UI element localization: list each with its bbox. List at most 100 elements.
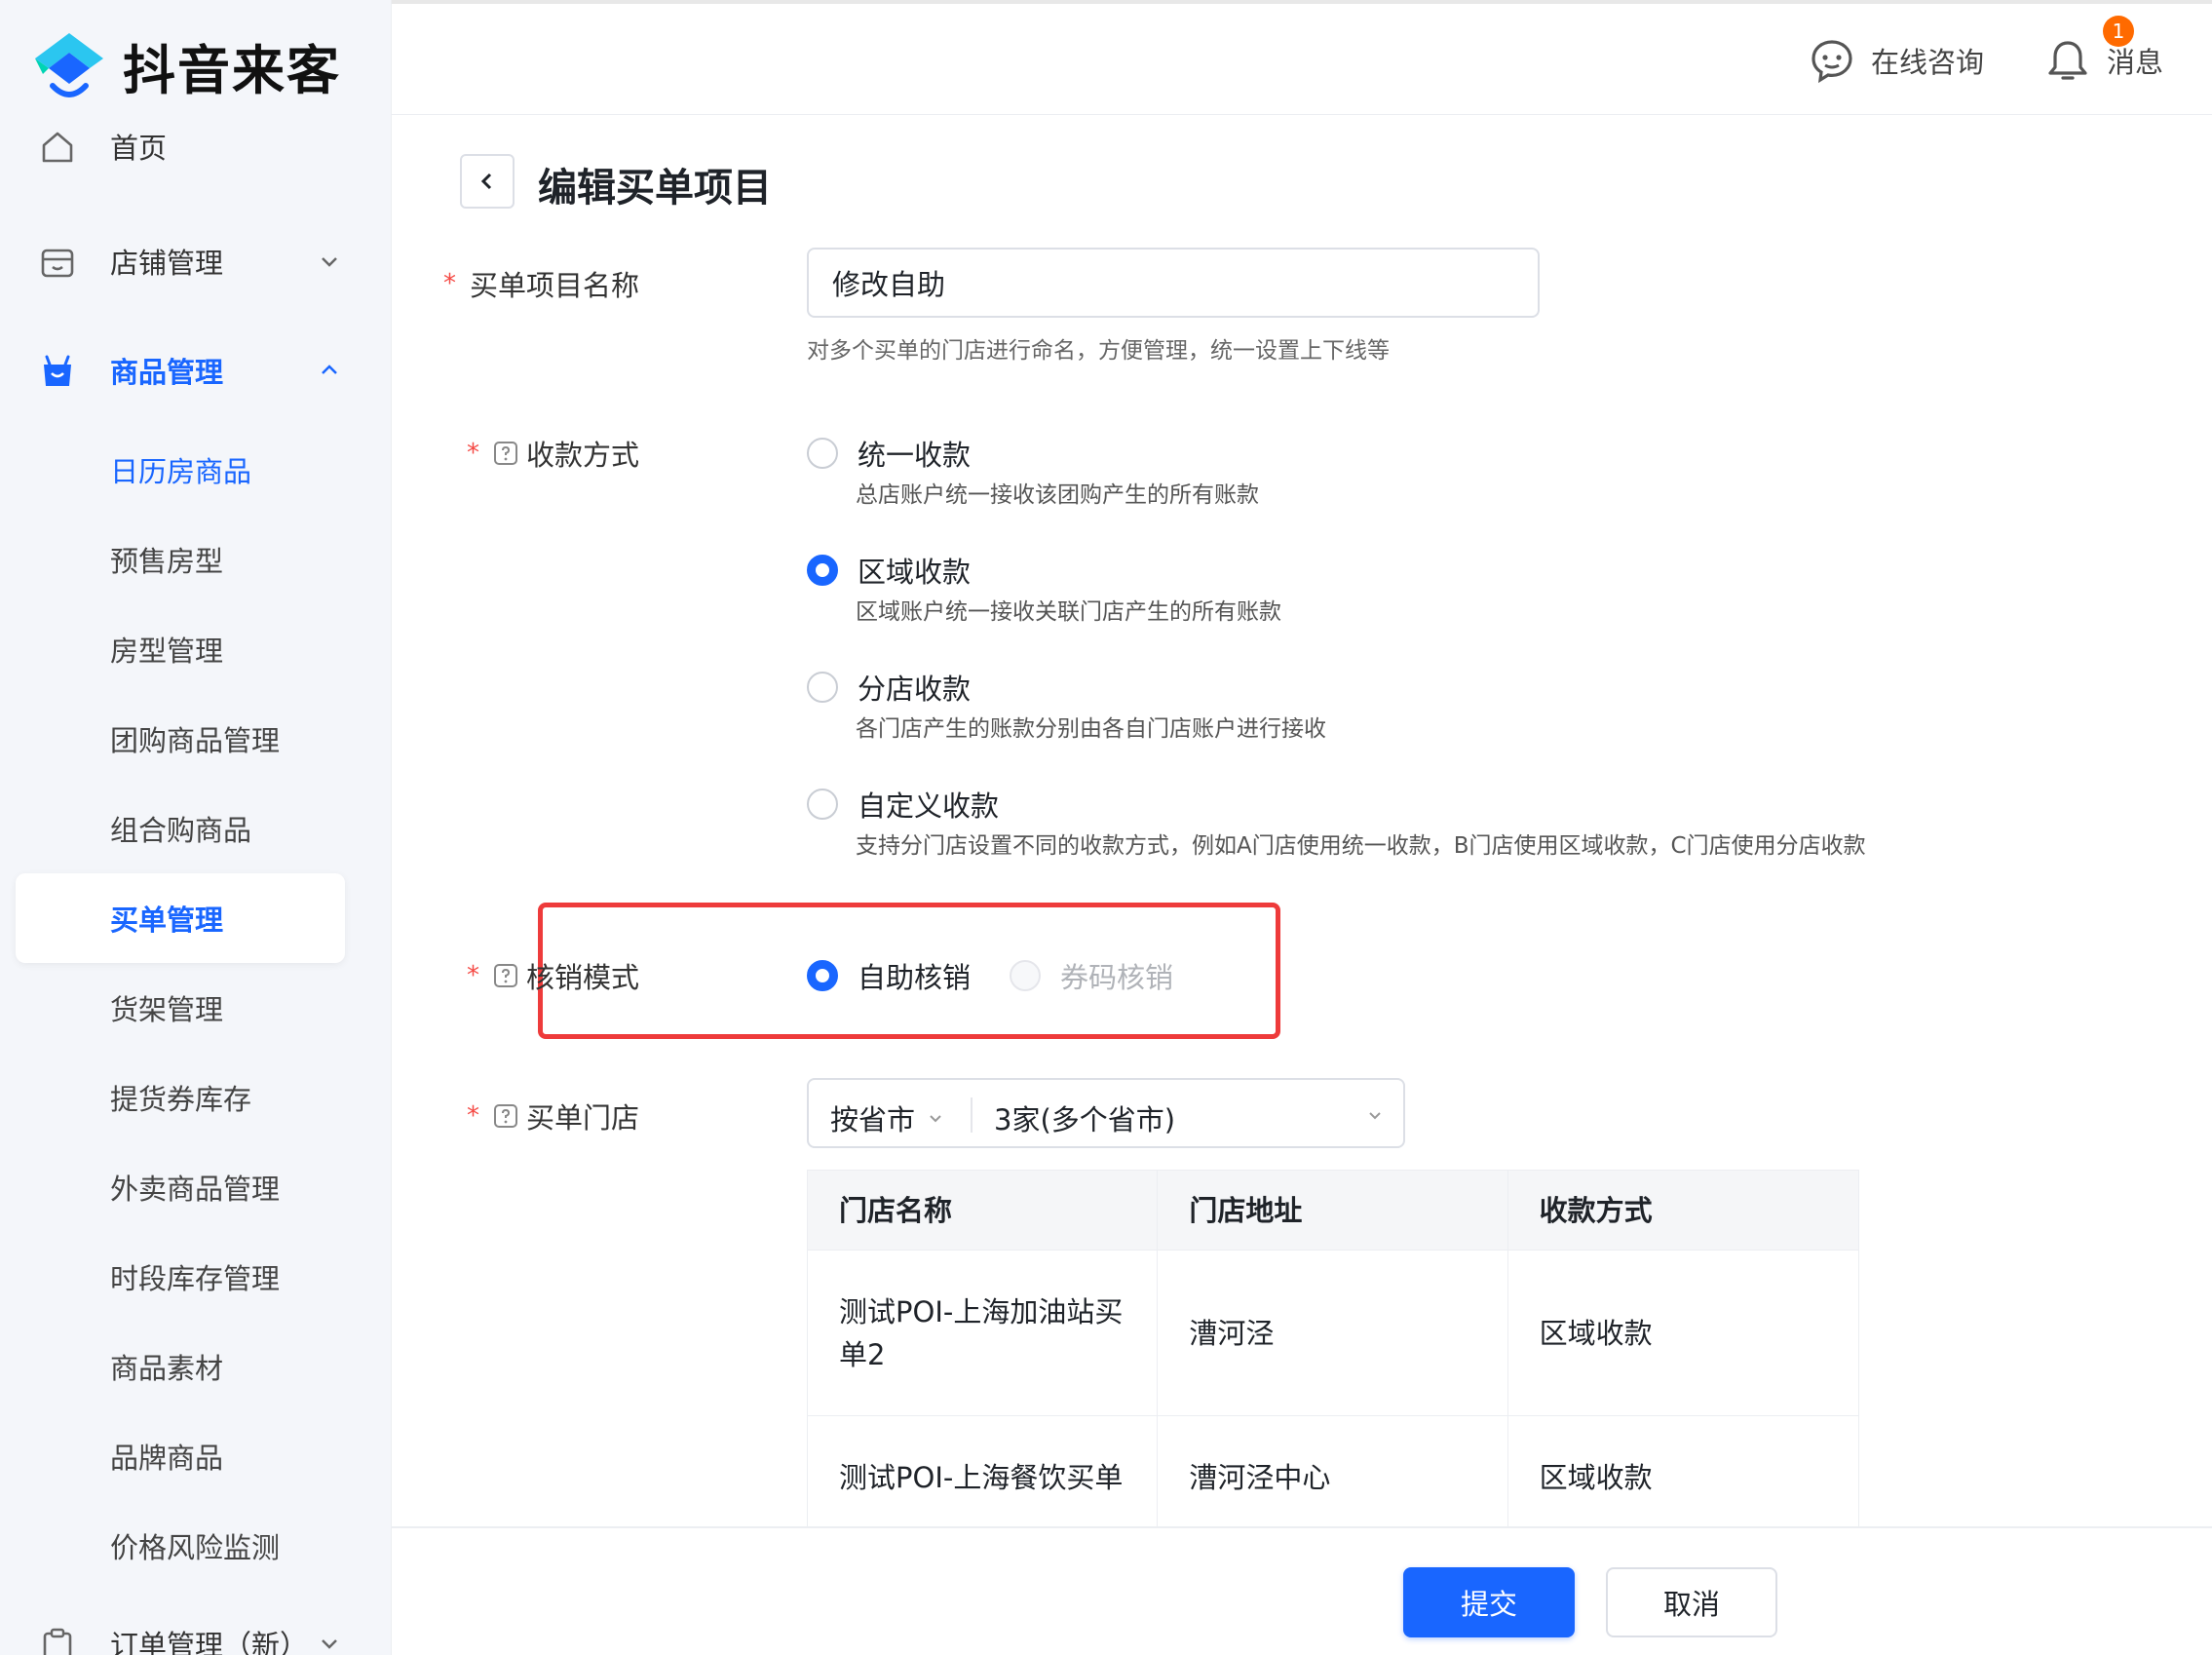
sidebar-item-label: 订单管理（新）: [110, 1629, 309, 1655]
verify-field-label: * 核销模式: [467, 955, 639, 996]
sidebar-subitem-label: 外卖商品管理: [110, 1173, 281, 1206]
table-cell-store-address: 漕河泾中心: [1158, 1416, 1508, 1538]
sidebar-subitem-voucher-stock[interactable]: 提货券库存: [0, 1058, 392, 1136]
chevron-up-icon: [322, 365, 337, 374]
payment-option-regional[interactable]: 区域收款: [807, 550, 971, 591]
store-list-select[interactable]: 3家(多个省市): [994, 1097, 1384, 1138]
sidebar-item-orders[interactable]: 订单管理（新）: [0, 1604, 392, 1655]
sidebar-subitem-slot-stock[interactable]: 时段库存管理: [0, 1238, 392, 1316]
radio-unchecked[interactable]: [807, 438, 838, 469]
column-header-payment: 收款方式: [1539, 1193, 1653, 1227]
radio-checked[interactable]: [807, 960, 838, 991]
home-icon: [42, 132, 73, 163]
bell-icon: [2048, 41, 2087, 80]
sidebar-subitem-group-goods[interactable]: 团购商品管理: [0, 700, 392, 778]
radio-label: 分店收款: [858, 673, 972, 706]
name-hint: 对多个买单的门店进行命名，方便管理，统一设置上下线等: [807, 338, 1390, 364]
sidebar-subitem-takeout[interactable]: 外卖商品管理: [0, 1148, 392, 1226]
payment-option-unified[interactable]: 统一收款: [807, 433, 971, 474]
chevron-down-icon: [930, 1115, 941, 1123]
verify-option-coupon-code: 券码核销: [1010, 955, 1173, 996]
sidebar-subitem-label: 时段库存管理: [110, 1262, 281, 1295]
clipboard-icon: [43, 1628, 72, 1655]
sidebar-item-goods[interactable]: 商品管理: [0, 331, 392, 409]
name-field-label: * 买单项目名称: [443, 263, 639, 304]
back-button[interactable]: [460, 154, 515, 209]
sidebar-subitem-label: 品牌商品: [110, 1442, 224, 1475]
sidebar-subitem-label: 团购商品管理: [110, 724, 281, 757]
project-name-input[interactable]: [807, 248, 1540, 318]
store-scope-select[interactable]: 按省市: [830, 1097, 944, 1138]
sidebar-subitem-calendar-room[interactable]: 日历房商品: [0, 431, 392, 509]
sidebar-subitem-materials[interactable]: 商品素材: [0, 1328, 392, 1405]
sidebar-subitem-label: 提货券库存: [110, 1083, 252, 1116]
radio-checked[interactable]: [807, 555, 838, 586]
table-cell-store-name: 测试POI-上海餐饮买单: [808, 1416, 1159, 1538]
messages-button[interactable]: 1 消息: [2044, 16, 2163, 84]
stores-field-label-text: 买单门店: [525, 1101, 639, 1135]
column-header-store-address: 门店地址: [1158, 1171, 1508, 1250]
store-selector: 按省市 3家(多个省市): [807, 1078, 1405, 1148]
payment-option-desc: 各门店产生的账款分别由各自门店账户进行接收: [856, 716, 1326, 742]
required-mark: *: [466, 439, 479, 468]
sidebar-subitem-checkout[interactable]: 买单管理: [16, 873, 345, 963]
sidebar-subitem-brand-goods[interactable]: 品牌商品: [0, 1417, 392, 1495]
sidebar-subitem-shelf[interactable]: 货架管理: [0, 969, 392, 1047]
radio-label: 自定义收款: [858, 789, 1000, 823]
stores-field-label: * 买单门店: [467, 1096, 639, 1136]
payment-field-label-text: 收款方式: [525, 439, 639, 472]
required-mark: *: [466, 961, 479, 990]
radio-unchecked[interactable]: [807, 672, 838, 703]
sidebar-subitem-price-risk[interactable]: 价格风险监测: [0, 1507, 392, 1585]
message-count-badge: 1: [2103, 16, 2134, 47]
action-footer: 提交 取消: [392, 1526, 2212, 1655]
cancel-button[interactable]: 取消: [1606, 1567, 1777, 1637]
sidebar-item-home[interactable]: 首页: [0, 107, 392, 185]
online-consult-button[interactable]: 在线咨询: [1809, 37, 1984, 84]
radio-label: 券码核销: [1060, 961, 1174, 994]
verify-option-self[interactable]: 自助核销: [807, 955, 971, 996]
payment-option-desc: 区域账户统一接收关联门店产生的所有账款: [856, 599, 1281, 625]
select-divider: [971, 1097, 973, 1133]
verify-field-label-text: 核销模式: [525, 961, 639, 994]
online-consult-label: 在线咨询: [1871, 46, 1985, 79]
brand-mark-icon: [35, 32, 103, 97]
sidebar-subitem-combo-goods[interactable]: 组合购商品: [0, 789, 392, 867]
table-row: 测试POI-上海餐饮买单 漕河泾中心 区域收款: [808, 1416, 1858, 1539]
chevron-down-icon: [322, 257, 337, 267]
table-header-row: 门店名称 门店地址 收款方式: [808, 1171, 1858, 1251]
table-cell-store-address: 漕河泾: [1158, 1251, 1508, 1415]
table-row: 测试POI-上海加油站买单2 漕河泾 区域收款: [808, 1251, 1858, 1416]
sidebar-subitem-label: 房型管理: [110, 635, 224, 668]
sidebar-subitem-room-type[interactable]: 房型管理: [0, 610, 392, 688]
sidebar-item-label: 店铺管理: [110, 247, 224, 280]
sidebar-subitem-label: 买单管理: [110, 904, 224, 937]
help-icon[interactable]: [493, 1103, 518, 1129]
radio-label: 自助核销: [858, 961, 972, 994]
main-content: 编辑买单项目 * 买单项目名称 对多个买单的门店进行命名，方便管理，统一设置上下…: [392, 115, 2212, 1655]
chat-bubble-icon: [1812, 40, 1852, 84]
top-header: 在线咨询 1 消息: [392, 0, 2212, 115]
goods-bag-icon: [44, 355, 71, 386]
payment-option-desc: 支持分门店设置不同的收款方式，例如A门店使用统一收款，B门店使用区域收款，C门店…: [856, 833, 1866, 859]
sidebar-item-store[interactable]: 店铺管理: [0, 222, 392, 300]
brand-name: 抖音来客: [123, 40, 341, 101]
sidebar: 抖音来客 首页 店铺管理 商品管理 日历房商品 预售房型 房型管理 团购商品管理…: [0, 0, 392, 1655]
brand-logo[interactable]: 抖音来客: [31, 27, 341, 104]
required-mark: *: [442, 269, 456, 298]
store-icon: [41, 249, 74, 278]
payment-option-branch[interactable]: 分店收款: [807, 667, 971, 708]
name-field-label-text: 买单项目名称: [469, 269, 639, 302]
sidebar-subitem-presale-room[interactable]: 预售房型: [0, 520, 392, 598]
help-icon[interactable]: [493, 963, 518, 988]
required-mark: *: [466, 1101, 479, 1131]
help-icon[interactable]: [493, 441, 518, 466]
submit-button[interactable]: 提交: [1403, 1567, 1575, 1637]
page-title: 编辑买单项目: [538, 166, 772, 211]
radio-unchecked[interactable]: [807, 789, 838, 820]
payment-option-custom[interactable]: 自定义收款: [807, 784, 999, 825]
store-scope-value: 按省市: [830, 1103, 916, 1136]
radio-label: 统一收款: [858, 439, 972, 472]
chevron-down-icon: [322, 1639, 337, 1649]
store-table: 门店名称 门店地址 收款方式 测试POI-上海加油站买单2 漕河泾 区域收款 测…: [807, 1170, 1859, 1540]
